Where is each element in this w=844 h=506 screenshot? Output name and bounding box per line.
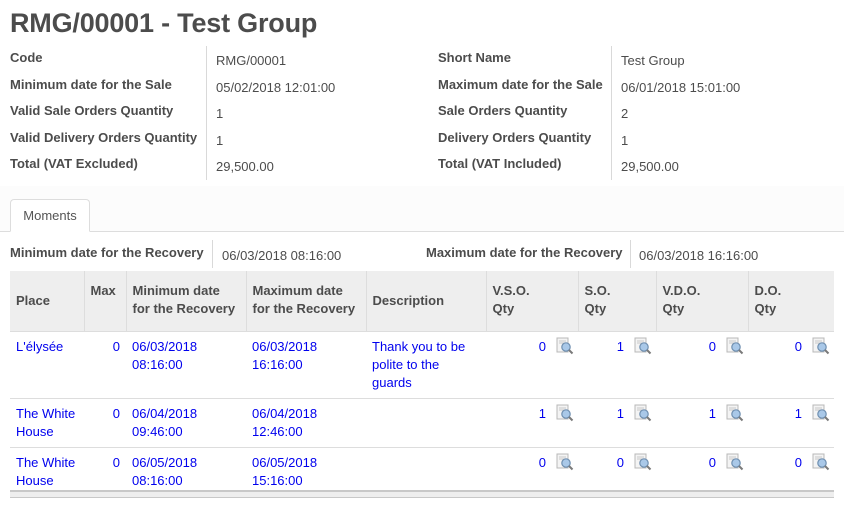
cell-vdo-qty[interactable]: 0 <box>656 446 748 497</box>
field-value: 06/01/2018 15:01:00 <box>621 80 741 95</box>
info-grid: Code RMG/00001 Minimum date for the Sale… <box>10 44 840 184</box>
cell-do-qty[interactable]: 0 <box>748 330 834 398</box>
field-value: RMG/00001 <box>216 53 287 68</box>
field-value: Test Group <box>621 53 685 68</box>
tab-moments[interactable]: Moments <box>10 199 90 232</box>
cell-max-recovery-date[interactable]: 06/03/2018 16:16:00 <box>246 330 366 398</box>
magnifier-document-icon[interactable] <box>556 337 574 355</box>
page-title: RMG/00001 - Test Group <box>10 8 318 38</box>
table-header-row: Place Max Minimum date for the Recovery M… <box>10 271 834 331</box>
cell-max[interactable]: 0 <box>84 397 126 447</box>
column-header-vdo-qty[interactable]: V.D.O. Qty <box>655 271 748 331</box>
cell-place[interactable]: L'élysée <box>10 330 84 398</box>
column-header-min-recovery-date[interactable]: Minimum date for the Recovery <box>125 271 246 331</box>
column-header-vso-qty[interactable]: V.S.O. Qty <box>485 271 578 331</box>
field-value: 1 <box>216 133 224 148</box>
column-header-place[interactable]: Place <box>10 271 84 331</box>
table-row[interactable]: L'élysée 0 06/03/2018 08:16:00 06/03/2018… <box>10 330 834 398</box>
cell-description[interactable]: Thank you to be polite to the guards <box>366 330 486 398</box>
cell-vso-qty[interactable]: 0 <box>486 330 578 398</box>
magnifier-document-icon[interactable] <box>812 404 830 422</box>
field-valid-sale-orders-qty: Valid Sale Orders Quantity 1 <box>10 97 430 123</box>
field-max-sale-date: Maximum date for the Sale 06/01/2018 15:… <box>438 71 838 97</box>
field-label: Valid Sale Orders Quantity <box>10 103 174 118</box>
field-value: 1 <box>216 106 224 121</box>
cell-min-recovery-date[interactable]: 06/03/2018 08:16:00 <box>126 330 246 398</box>
cell-do-qty[interactable]: 1 <box>748 397 834 447</box>
field-short-name: Short Name Test Group <box>438 44 838 70</box>
field-divider <box>212 240 213 268</box>
field-value: 29,500.00 <box>621 159 679 174</box>
notebook-header <box>0 186 844 232</box>
field-value: 06/03/2018 16:16:00 <box>639 248 759 263</box>
cell-max[interactable]: 0 <box>84 330 126 398</box>
field-label: Minimum date for the Recovery <box>10 245 204 260</box>
magnifier-document-icon[interactable] <box>634 453 652 471</box>
column-header-description[interactable]: Description <box>365 271 486 331</box>
field-label: Sale Orders Quantity <box>438 103 568 118</box>
field-label: Delivery Orders Quantity <box>438 130 592 145</box>
magnifier-document-icon[interactable] <box>726 453 744 471</box>
table-row[interactable]: The White House 0 06/04/2018 09:46:00 06/… <box>10 397 834 447</box>
field-total-vat-excluded: Total (VAT Excluded) 29,500.00 <box>10 150 430 176</box>
column-header-do-qty[interactable]: D.O. Qty <box>747 271 834 331</box>
column-header-max-recovery-date[interactable]: Maximum date for the Recovery <box>245 271 366 331</box>
cell-description[interactable] <box>366 397 486 447</box>
cell-so-qty[interactable]: 1 <box>578 330 656 398</box>
field-label: Valid Delivery Orders Quantity <box>10 130 198 145</box>
magnifier-document-icon[interactable] <box>634 337 652 355</box>
field-value: 2 <box>621 106 629 121</box>
field-value: 1 <box>621 133 629 148</box>
tab-divider <box>0 231 844 232</box>
magnifier-document-icon[interactable] <box>634 404 652 422</box>
field-max-recovery-date: Maximum date for the Recovery 06/03/2018… <box>426 240 836 268</box>
field-label: Maximum date for the Sale <box>438 77 603 92</box>
field-label: Total (VAT Excluded) <box>10 156 138 171</box>
field-label: Maximum date for the Recovery <box>426 245 623 260</box>
column-header-so-qty[interactable]: S.O. Qty <box>577 271 656 331</box>
cell-max[interactable]: 0 <box>84 446 126 497</box>
cell-so-qty[interactable]: 0 <box>578 446 656 497</box>
list-footer <box>10 490 834 498</box>
field-sale-orders-qty: Sale Orders Quantity 2 <box>438 97 838 123</box>
moments-table: Place Max Minimum date for the Recovery M… <box>10 271 834 497</box>
field-code: Code RMG/00001 <box>10 44 430 70</box>
cell-vdo-qty[interactable]: 1 <box>656 397 748 447</box>
field-delivery-orders-qty: Delivery Orders Quantity 1 <box>438 124 838 150</box>
cell-vso-qty[interactable]: 0 <box>486 446 578 497</box>
field-label: Short Name <box>438 50 511 65</box>
cell-place[interactable]: The White House <box>10 446 84 497</box>
cell-description[interactable] <box>366 446 486 497</box>
cell-place[interactable]: The White House <box>10 397 84 447</box>
cell-vdo-qty[interactable]: 0 <box>656 330 748 398</box>
cell-max-recovery-date[interactable]: 06/04/2018 12:46:00 <box>246 397 366 447</box>
field-value: 05/02/2018 12:01:00 <box>216 80 336 95</box>
cell-so-qty[interactable]: 1 <box>578 397 656 447</box>
cell-min-recovery-date[interactable]: 06/05/2018 08:16:00 <box>126 446 246 497</box>
field-label: Total (VAT Included) <box>438 156 562 171</box>
cell-vso-qty[interactable]: 1 <box>486 397 578 447</box>
cell-min-recovery-date[interactable]: 06/04/2018 09:46:00 <box>126 397 246 447</box>
cell-do-qty[interactable]: 0 <box>748 446 834 497</box>
magnifier-document-icon[interactable] <box>726 404 744 422</box>
magnifier-document-icon[interactable] <box>812 337 830 355</box>
field-value: 06/03/2018 08:16:00 <box>222 248 342 263</box>
table-row[interactable]: The White House 0 06/05/2018 08:16:00 06/… <box>10 446 834 497</box>
field-label: Minimum date for the Sale <box>10 77 172 92</box>
magnifier-document-icon[interactable] <box>556 453 574 471</box>
column-header-max[interactable]: Max <box>83 271 126 331</box>
field-value: 29,500.00 <box>216 159 274 174</box>
field-label: Code <box>10 50 43 65</box>
field-valid-delivery-orders-qty: Valid Delivery Orders Quantity 1 <box>10 124 430 150</box>
field-min-sale-date: Minimum date for the Sale 05/02/2018 12:… <box>10 71 430 97</box>
magnifier-document-icon[interactable] <box>726 337 744 355</box>
field-total-vat-included: Total (VAT Included) 29,500.00 <box>438 150 838 176</box>
field-divider <box>630 240 631 268</box>
magnifier-document-icon[interactable] <box>556 404 574 422</box>
cell-max-recovery-date[interactable]: 06/05/2018 15:16:00 <box>246 446 366 497</box>
field-min-recovery-date: Minimum date for the Recovery 06/03/2018… <box>10 240 420 268</box>
magnifier-document-icon[interactable] <box>812 453 830 471</box>
